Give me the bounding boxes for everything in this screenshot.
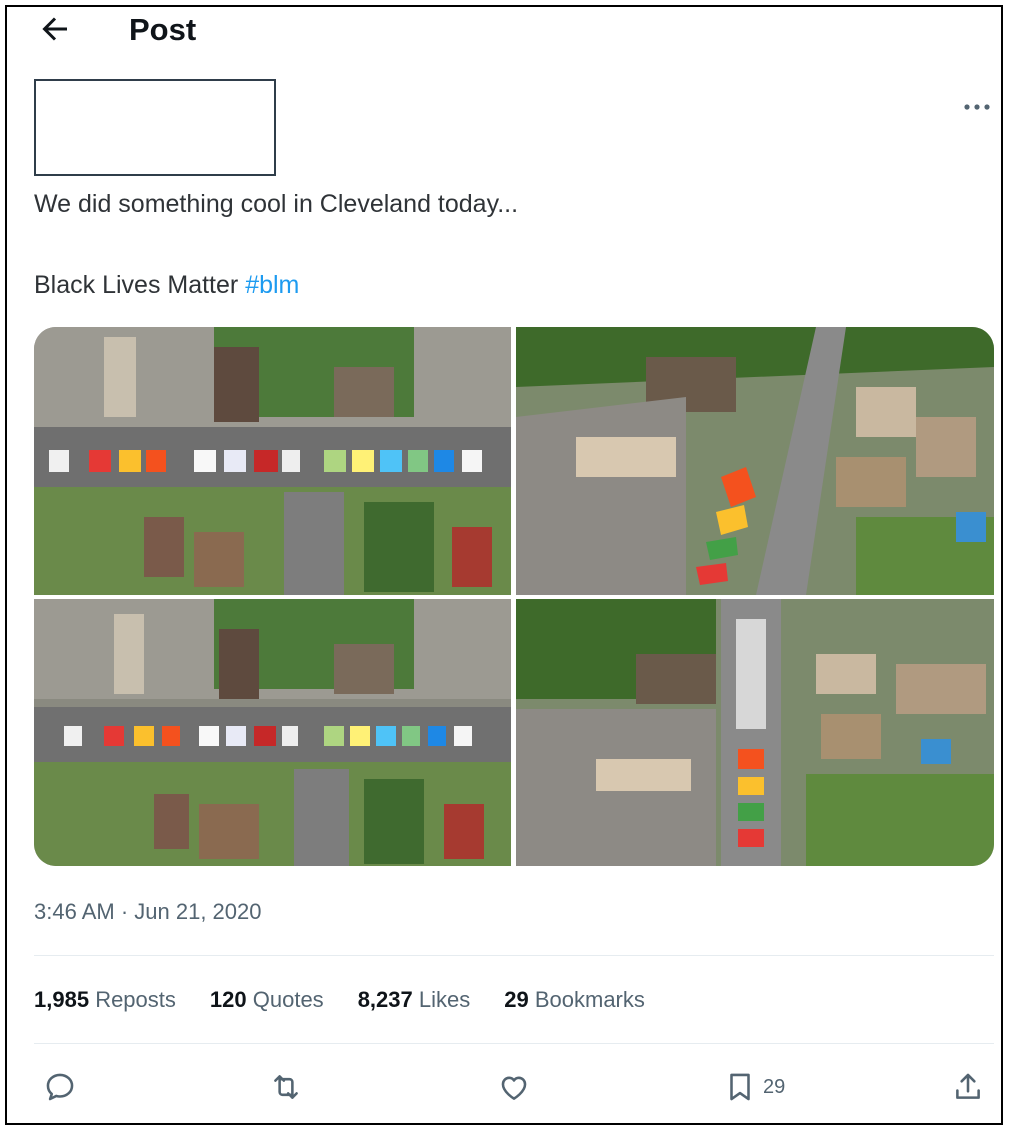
share-icon xyxy=(956,1073,980,1099)
quotes-stat[interactable]: 120 Quotes xyxy=(210,985,324,1015)
like-icon xyxy=(501,1076,527,1100)
page-title: Post xyxy=(129,12,197,47)
post-text-line-2: Black Lives Matter #blm xyxy=(34,268,299,302)
engagement-stats: 1,985 Reposts 120 Quotes 8,237 Likes 29 … xyxy=(34,985,645,1015)
reposts-count: 1,985 xyxy=(34,987,90,1012)
media-image-2[interactable] xyxy=(516,327,994,595)
post-text-line-1: We did something cool in Cleveland today… xyxy=(34,190,519,218)
post-header: Post xyxy=(7,7,1001,55)
redacted-author-box xyxy=(34,79,276,176)
share-button[interactable] xyxy=(951,1065,985,1109)
quotes-label: Quotes xyxy=(252,987,324,1012)
back-arrow-icon[interactable] xyxy=(37,11,73,47)
quotes-count: 120 xyxy=(209,987,247,1012)
repost-icon xyxy=(274,1075,298,1099)
media-image-4[interactable] xyxy=(516,599,994,866)
repost-button[interactable] xyxy=(269,1065,303,1109)
reply-icon xyxy=(46,1073,74,1101)
post-timestamp[interactable]: 3:46 AM · Jun 21, 2020 xyxy=(34,897,262,927)
media-image-3[interactable] xyxy=(34,599,511,866)
reply-button[interactable] xyxy=(43,1065,77,1109)
bookmarks-stat[interactable]: 29 Bookmarks xyxy=(504,985,645,1015)
action-bar: 29 xyxy=(7,1065,1001,1115)
likes-label: Likes xyxy=(418,987,471,1012)
bookmark-action-count: 29 xyxy=(763,1075,786,1098)
bookmark-icon xyxy=(730,1073,750,1101)
post-text-prefix: Black Lives Matter xyxy=(34,271,246,299)
divider-top xyxy=(34,955,994,956)
bookmarks-count: 29 xyxy=(504,987,529,1012)
likes-stat[interactable]: 8,237 Likes xyxy=(358,985,471,1015)
more-icon[interactable] xyxy=(959,95,995,119)
hashtag-link[interactable]: #blm xyxy=(245,271,299,299)
bookmarks-label: Bookmarks xyxy=(534,987,645,1012)
divider-bottom xyxy=(34,1043,994,1044)
like-button[interactable] xyxy=(497,1065,531,1109)
reposts-stat[interactable]: 1,985 Reposts xyxy=(34,985,176,1015)
likes-count: 8,237 xyxy=(357,987,413,1012)
reposts-label: Reposts xyxy=(95,987,176,1012)
media-grid xyxy=(34,327,994,866)
media-image-1[interactable] xyxy=(34,327,511,595)
post-detail-window: Post We did something cool in Cleveland … xyxy=(5,5,1003,1125)
bookmark-button[interactable]: 29 xyxy=(723,1065,785,1109)
